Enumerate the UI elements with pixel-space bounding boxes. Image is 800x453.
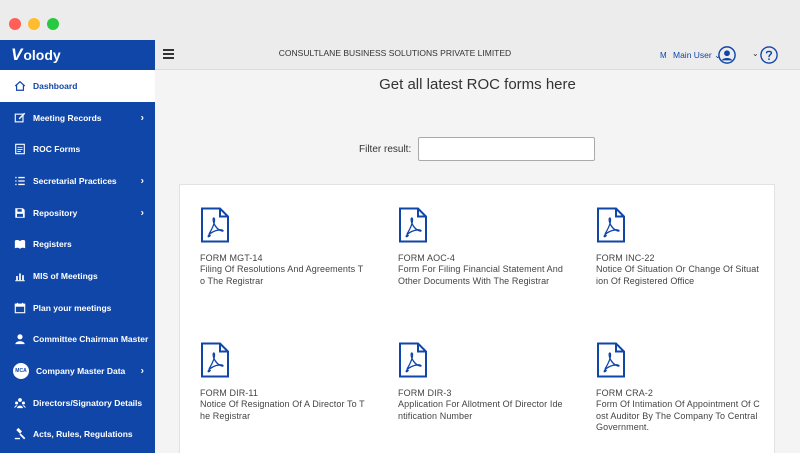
sidebar-item-registers[interactable]: Registers [0,228,155,260]
chevron-right-icon: › [140,175,144,187]
chevron-right-icon: › [140,365,144,377]
bar-chart-icon [13,269,26,282]
user-icon [13,333,26,346]
form-description: Form Of Intimation Of Appointment Of Cos… [596,399,760,432]
home-icon [13,79,26,92]
sidebar-item-label: ROC Forms [33,144,81,155]
sidebar-item-acts-rules-regulations[interactable]: Acts, Rules, Regulations [0,419,155,451]
form-name: FORM DIR-3 [398,388,452,398]
document-icon [13,143,26,156]
top-bar: CONSULTLANE BUSINESS SOLUTIONS PRIVATE L… [155,40,800,70]
sidebar-item-directors-signatory-details[interactable]: Directors/Signatory Details [0,387,155,419]
chevron-right-icon: › [140,112,144,124]
page-title: Get all latest ROC forms here [379,76,576,93]
filter-label: Filter result: [359,144,412,155]
pdf-file-icon [399,342,427,378]
book-icon [13,238,26,251]
user-menu-label: Main User [673,50,712,60]
sidebar-item-meeting-records[interactable]: Meeting Records › [0,102,155,134]
form-description: Notice Of Situation Or Change Of Situati… [596,264,759,286]
brand-logo-text: olody [23,47,61,63]
form-description: Notice Of Resignation Of A Director To T… [200,399,365,421]
user-menu-dropdown[interactable]: Main User ⌄ [673,50,721,61]
sidebar-item-dashboard[interactable]: Dashboard [0,70,155,102]
sidebar-item-label: Repository [33,207,78,218]
edit-icon [13,111,26,124]
sidebar-item-label: Meeting Records [33,112,102,123]
gavel-icon [13,428,26,441]
sidebar-item-label: MIS of Meetings [33,270,98,281]
sidebar-item-label: Committee Chairman Master [33,334,149,345]
pdf-file-icon [399,207,427,243]
roc-form-item[interactable]: FORM DIR-3 Application For Allotment Of D… [398,342,563,422]
form-description: Application For Allotment Of Director Id… [398,399,563,421]
pdf-file-icon [597,342,625,378]
pdf-file-icon [201,207,229,243]
form-description: Filing Of Resolutions And Agreements To … [200,264,364,286]
close-window-button[interactable] [9,18,21,30]
sidebar-item-label: Registers [33,239,72,250]
sidebar-item-secretarial-practices[interactable]: Secretarial Practices › [0,165,155,197]
maximize-window-button[interactable] [47,18,59,30]
sidebar-item-label: Directors/Signatory Details [33,397,143,408]
company-name: CONSULTLANE BUSINESS SOLUTIONS PRIVATE L… [278,48,512,58]
form-name: FORM CRA-2 [596,388,653,398]
calendar-icon [13,301,26,314]
sidebar-nav: Dashboard Meeting Records › ROC Forms Secret… [0,70,155,450]
mca-badge: MCA [13,363,29,380]
form-name: FORM DIR-11 [200,388,258,398]
roc-form-item[interactable]: FORM CRA-2 Form Of Intimation Of Appointm… [596,342,761,434]
sidebar-item-repository[interactable]: Repository › [0,197,155,229]
roc-form-item[interactable]: FORM DIR-11 Notice Of Resignation Of A Di… [200,342,365,422]
people-icon [13,396,26,409]
sidebar-item-label: Dashboard [33,80,78,91]
sidebar-item-label: Company Master Data [36,366,126,377]
mca-logo-icon: MCA [13,363,29,380]
brand-logo[interactable]: Volody [0,40,155,70]
user-initial: M [660,51,667,60]
sidebar-item-label: Acts, Rules, Regulations [33,429,133,440]
sidebar: Volody Dashboard Meeting Records › ROC Form… [0,40,155,453]
sidebar-item-mis-of-meetings[interactable]: MIS of Meetings [0,260,155,292]
pdf-file-icon [201,342,229,378]
chevron-down-icon[interactable]: ⌄ [752,49,759,58]
filter-input[interactable] [418,137,595,161]
window-titlebar [0,0,800,40]
brand-logo-initial: V [11,45,23,64]
sidebar-item-label: Secretarial Practices [33,175,117,186]
chevron-right-icon: › [140,207,144,219]
form-name: FORM INC-22 [596,253,655,263]
sidebar-item-company-master-data[interactable]: MCA Company Master Data › [0,355,155,387]
roc-forms-grid: FORM MGT-14 Filing Of Resolutions And Agr… [179,184,775,453]
roc-form-item[interactable]: FORM INC-22 Notice Of Situation Or Change… [596,207,761,287]
user-avatar-icon[interactable] [718,46,736,64]
save-icon [13,206,26,219]
help-icon[interactable] [760,46,778,64]
sidebar-item-plan-your-meetings[interactable]: Plan your meetings [0,292,155,324]
list-icon [13,174,26,187]
sidebar-item-committee-chairman-master[interactable]: Committee Chairman Master [0,324,155,356]
form-name: FORM AOC-4 [398,253,456,263]
roc-form-item[interactable]: FORM MGT-14 Filing Of Resolutions And Agr… [200,207,365,287]
form-name: FORM MGT-14 [200,253,263,263]
sidebar-item-roc-forms[interactable]: ROC Forms [0,133,155,165]
main-content: Get all latest ROC forms here Filter res… [155,70,800,453]
minimize-window-button[interactable] [28,18,40,30]
pdf-file-icon [597,207,625,243]
sidebar-item-label: Plan your meetings [33,302,112,313]
form-description: Form For Filing Financial Statement And … [398,264,563,286]
roc-form-item[interactable]: FORM AOC-4 Form For Filing Financial Stat… [398,207,563,287]
